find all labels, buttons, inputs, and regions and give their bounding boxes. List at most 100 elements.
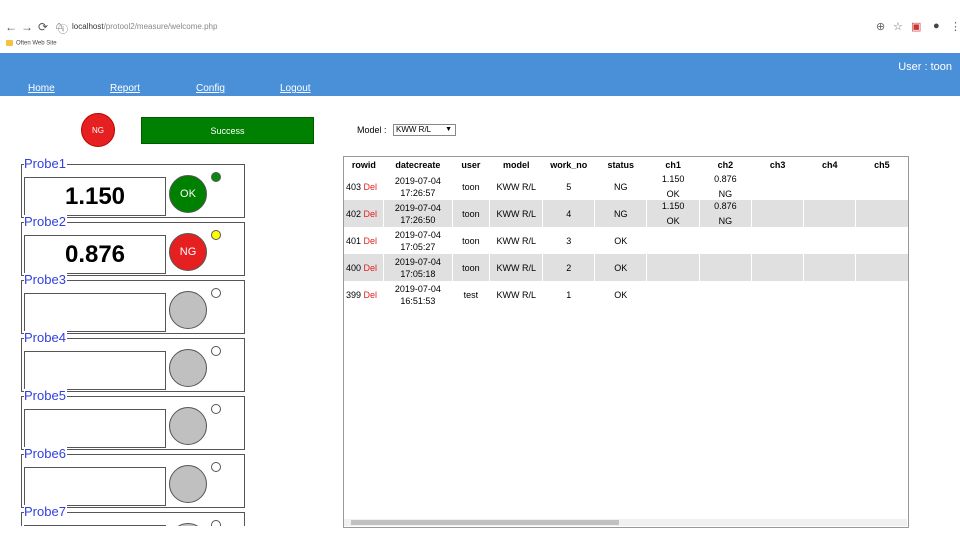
cell-ch4 bbox=[803, 200, 856, 227]
cell-ch2 bbox=[698, 254, 752, 281]
column-header-rowid[interactable]: rowid bbox=[344, 157, 384, 173]
status-message: Success bbox=[141, 117, 314, 144]
column-header-ch4[interactable]: ch4 bbox=[804, 157, 856, 173]
rowid-value: 402 bbox=[346, 208, 362, 219]
probe-led bbox=[211, 404, 221, 414]
cell-datecreate: 2019-07-04 17:26:50 bbox=[383, 200, 453, 227]
column-header-ch5[interactable]: ch5 bbox=[856, 157, 908, 173]
cell-rowid: 403 Del bbox=[344, 173, 384, 200]
probe-status-indicator: OK bbox=[169, 175, 207, 213]
time-value: 17:26:57 bbox=[400, 187, 436, 198]
probe-list: Probe1 1.150 OK Probe2 0.876 NG Probe3 Probe4 Pr… bbox=[21, 156, 245, 526]
zoom-icon[interactable]: ⊕ bbox=[876, 20, 885, 33]
ch1-status: OK bbox=[666, 189, 680, 199]
cell-work-no: 5 bbox=[542, 173, 595, 200]
cell-ch3 bbox=[751, 173, 804, 200]
probe-value: 0.876 bbox=[24, 235, 166, 274]
cell-user: test bbox=[451, 281, 490, 308]
column-header-datecreate[interactable]: datecreate bbox=[384, 157, 452, 173]
address-bar[interactable]: localhost/protool2/measure/welcome.php bbox=[72, 22, 217, 31]
back-icon[interactable]: ← bbox=[4, 20, 18, 34]
url-path: /protool2/measure/welcome.php bbox=[103, 22, 218, 31]
delete-link[interactable]: Del bbox=[364, 263, 378, 273]
probe-led bbox=[211, 230, 221, 240]
column-header-ch3[interactable]: ch3 bbox=[752, 157, 804, 173]
menu-logout[interactable]: Logout bbox=[280, 83, 311, 94]
table-row: 402 Del 2019-07-04 17:26:50 toon KWW R/L 4 NG 1… bbox=[344, 200, 908, 227]
bookmark-often-web-site[interactable]: Often Web Site bbox=[16, 41, 57, 47]
table-header: rowid datecreate user model work_no status ch1… bbox=[344, 157, 908, 173]
cell-ch5 bbox=[855, 254, 908, 281]
ch2-status: NG bbox=[718, 216, 733, 226]
column-header-work_no[interactable]: work_no bbox=[543, 157, 595, 173]
delete-link[interactable]: Del bbox=[364, 182, 378, 192]
probe-title: Probe2 bbox=[24, 214, 67, 229]
browser-chrome: ← → ⟳ ⌂ ⓘ localhost/protool2/measure/wel… bbox=[0, 18, 960, 54]
star-icon[interactable]: ☆ bbox=[893, 20, 903, 33]
cell-ch5 bbox=[855, 281, 908, 308]
probe-led bbox=[211, 172, 221, 182]
probe-panel: Probe6 bbox=[21, 447, 245, 508]
horizontal-scrollbar[interactable] bbox=[344, 519, 907, 526]
menu-report[interactable]: Report bbox=[110, 83, 140, 94]
probe-title: Probe3 bbox=[24, 272, 67, 287]
ch2-value: 0.876 bbox=[714, 174, 737, 184]
probe-value bbox=[24, 467, 166, 506]
rowid-value: 399 bbox=[346, 289, 362, 300]
delete-link[interactable]: Del bbox=[364, 236, 378, 246]
date-value: 2019-07-04 bbox=[394, 202, 441, 213]
delete-link[interactable]: Del bbox=[364, 209, 378, 219]
profile-icon[interactable]: ● bbox=[933, 20, 940, 32]
cell-datecreate: 2019-07-04 17:05:27 bbox=[383, 227, 453, 254]
app-header: User : toon Home Report Config Logout bbox=[0, 53, 960, 96]
delete-link[interactable]: Del bbox=[364, 290, 378, 300]
cell-status: NG bbox=[594, 200, 647, 227]
cell-status: OK bbox=[594, 281, 647, 308]
probe-panel: Probe3 bbox=[21, 273, 245, 334]
table-row: 400 Del 2019-07-04 17:05:18 toon KWW R/L 2 OK bbox=[344, 254, 908, 281]
bookmarks-bar: Often Web Site bbox=[6, 40, 57, 47]
cell-work-no: 3 bbox=[542, 227, 595, 254]
cell-model: KWW R/L bbox=[489, 227, 543, 254]
reload-icon[interactable]: ⟳ bbox=[36, 20, 50, 34]
cell-ch1 bbox=[646, 227, 700, 254]
cell-ch2 bbox=[698, 227, 752, 254]
cell-user: toon bbox=[451, 173, 490, 200]
date-value: 2019-07-04 bbox=[394, 229, 441, 240]
column-header-status[interactable]: status bbox=[595, 157, 647, 173]
cell-rowid: 400 Del bbox=[344, 254, 384, 281]
column-header-ch1[interactable]: ch1 bbox=[647, 157, 699, 173]
info-icon[interactable]: ⓘ bbox=[58, 21, 68, 36]
model-label: Model : bbox=[357, 125, 387, 135]
menu-icon[interactable]: ⋮ bbox=[950, 20, 960, 33]
probe-status-indicator bbox=[169, 407, 207, 445]
probe-value bbox=[24, 293, 166, 332]
cell-work-no: 4 bbox=[542, 200, 595, 227]
cell-ch3 bbox=[751, 281, 804, 308]
probe-title: Probe5 bbox=[24, 388, 67, 403]
scrollbar-thumb[interactable] bbox=[351, 520, 619, 525]
cell-ch2 bbox=[698, 281, 752, 308]
column-header-ch2[interactable]: ch2 bbox=[699, 157, 751, 173]
menu-config[interactable]: Config bbox=[196, 83, 225, 94]
overall-status-indicator: NG bbox=[81, 113, 115, 147]
probe-title: Probe7 bbox=[24, 504, 67, 519]
extension-icon[interactable]: ▣ bbox=[911, 20, 921, 33]
probe-value: 1.150 bbox=[24, 177, 166, 216]
date-value: 2019-07-04 bbox=[394, 175, 441, 186]
forward-icon[interactable]: → bbox=[20, 20, 34, 34]
cell-user: toon bbox=[451, 227, 490, 254]
data-table-panel: rowid datecreate user model work_no status ch1… bbox=[343, 156, 909, 528]
cell-ch5 bbox=[855, 173, 908, 200]
probe-led bbox=[211, 462, 221, 472]
table-row: 401 Del 2019-07-04 17:05:27 toon KWW R/L 3 OK bbox=[344, 227, 908, 254]
ch2-value: 0.876 bbox=[714, 201, 737, 211]
user-label: User : toon bbox=[898, 61, 952, 73]
menu-home[interactable]: Home bbox=[28, 83, 55, 94]
cell-model: KWW R/L bbox=[489, 254, 543, 281]
rowid-value: 403 bbox=[346, 181, 362, 192]
model-select[interactable]: KWW R/L ▼ bbox=[393, 124, 456, 136]
column-header-user[interactable]: user bbox=[452, 157, 490, 173]
cell-ch5 bbox=[855, 227, 908, 254]
column-header-model[interactable]: model bbox=[490, 157, 543, 173]
